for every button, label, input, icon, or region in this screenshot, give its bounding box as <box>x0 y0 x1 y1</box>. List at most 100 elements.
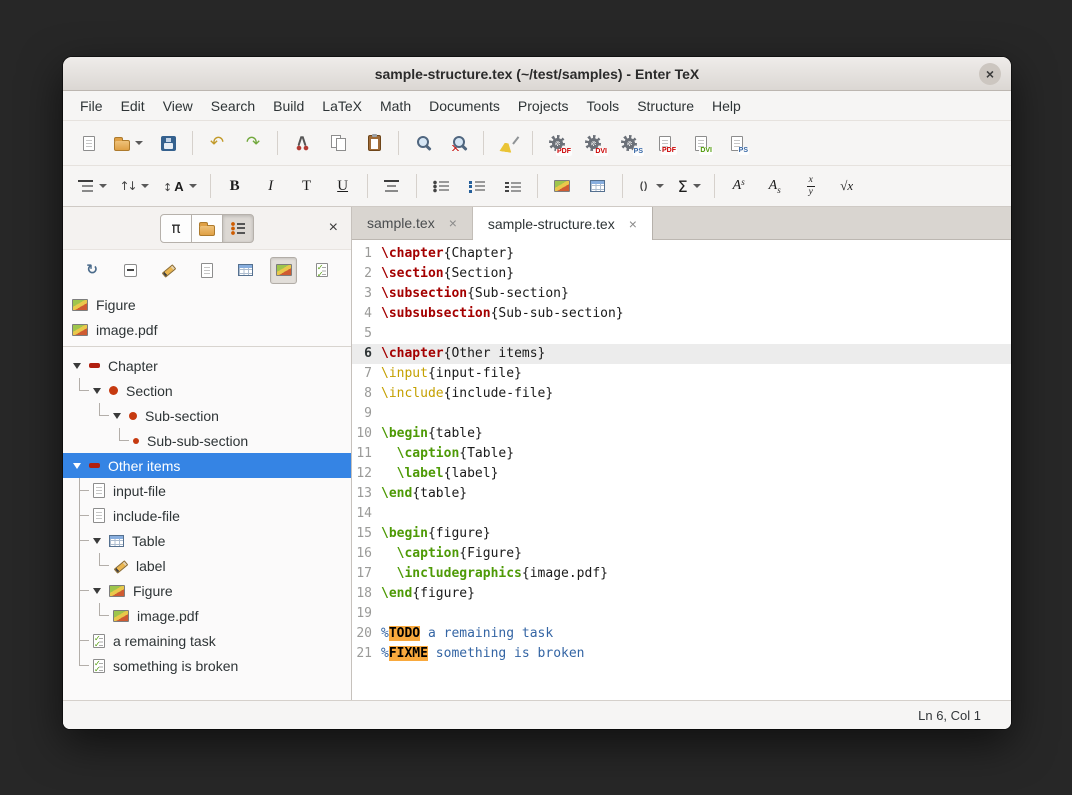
code-line-18[interactable]: 18\end{figure} <box>352 584 1011 604</box>
code-line-3[interactable]: 3\subsection{Sub-section} <box>352 284 1011 304</box>
open-button[interactable] <box>108 127 149 159</box>
search-replace-button[interactable] <box>442 127 476 159</box>
collapse-all-button[interactable] <box>117 257 144 284</box>
menu-tools[interactable]: Tools <box>578 93 629 119</box>
figures-list-item-figure[interactable]: Figure <box>63 292 351 317</box>
file-browser-panel-toggle[interactable] <box>191 214 223 243</box>
view-ps-button[interactable]: PS <box>720 127 754 159</box>
paste-button[interactable] <box>357 127 391 159</box>
code-line-11[interactable]: 11 \caption{Table} <box>352 444 1011 464</box>
compile-pdf-button[interactable]: PDF <box>540 127 574 159</box>
tree-item-a-remaining-task[interactable]: a remaining task <box>63 628 351 653</box>
code-line-13[interactable]: 13\end{table} <box>352 484 1011 504</box>
insert-table-button[interactable] <box>581 172 615 201</box>
tree-item-input-file[interactable]: input-file <box>63 478 351 503</box>
math-environments-dropdown[interactable] <box>630 172 670 201</box>
compile-dvi-button[interactable]: DVI <box>576 127 610 159</box>
tree-item-include-file[interactable]: include-file <box>63 503 351 528</box>
titlebar[interactable]: sample-structure.tex (~/test/samples) - … <box>63 57 1011 91</box>
math-functions-dropdown[interactable]: Σ <box>672 172 707 201</box>
save-button[interactable] <box>151 127 185 159</box>
window-close-button[interactable]: × <box>979 63 1001 85</box>
code-line-16[interactable]: 16 \caption{Figure} <box>352 544 1011 564</box>
sectioning-dropdown[interactable] <box>72 172 113 201</box>
tree-item-sub-sub-section[interactable]: Sub-sub-section <box>63 428 351 453</box>
code-line-4[interactable]: 4\subsubsection{Sub-sub-section} <box>352 304 1011 324</box>
new-document-button[interactable] <box>72 127 106 159</box>
code-line-1[interactable]: 1\chapter{Chapter} <box>352 244 1011 264</box>
code-line-20[interactable]: 20%TODO a remaining task <box>352 624 1011 644</box>
sidebar-close-button[interactable]: × <box>329 220 338 236</box>
menu-view[interactable]: View <box>154 93 202 119</box>
symbols-panel-toggle[interactable]: π <box>160 214 192 243</box>
center-button[interactable] <box>375 172 409 201</box>
show-labels-toggle[interactable] <box>155 257 182 284</box>
tree-item-chapter[interactable]: Chapter <box>63 353 351 378</box>
enumerate-button[interactable] <box>460 172 494 201</box>
code-line-14[interactable]: 14 <box>352 504 1011 524</box>
code-line-2[interactable]: 2\section{Section} <box>352 264 1011 284</box>
menu-edit[interactable]: Edit <box>112 93 154 119</box>
code-line-6[interactable]: 6\chapter{Other items} <box>352 344 1011 364</box>
square-root-button[interactable]: √x <box>830 172 864 201</box>
menu-documents[interactable]: Documents <box>420 93 509 119</box>
code-line-9[interactable]: 9 <box>352 404 1011 424</box>
structure-panel-toggle[interactable] <box>222 214 254 243</box>
tree-item-image-pdf[interactable]: image.pdf <box>63 603 351 628</box>
search-button[interactable] <box>406 127 440 159</box>
tab-close-icon[interactable]: × <box>449 216 457 230</box>
refresh-structure-button[interactable] <box>79 257 106 284</box>
tab-sample-structure-tex[interactable]: sample-structure.tex× <box>473 207 653 240</box>
menu-file[interactable]: File <box>71 93 112 119</box>
superscript-button[interactable]: As <box>722 172 756 201</box>
show-figures-toggle[interactable] <box>270 257 297 284</box>
menu-latex[interactable]: LaTeX <box>313 93 371 119</box>
character-size-dropdown[interactable]: A <box>157 172 203 201</box>
menu-build[interactable]: Build <box>264 93 313 119</box>
underline-button[interactable]: U <box>326 172 360 201</box>
code-line-8[interactable]: 8\include{include-file} <box>352 384 1011 404</box>
expander-icon[interactable] <box>93 538 101 544</box>
expander-icon[interactable] <box>93 388 101 394</box>
tab-close-icon[interactable]: × <box>629 217 637 231</box>
copy-button[interactable] <box>321 127 355 159</box>
fraction-button[interactable]: xy <box>794 172 828 201</box>
typewriter-button[interactable]: T <box>290 172 324 201</box>
menu-math[interactable]: Math <box>371 93 420 119</box>
code-line-17[interactable]: 17 \includegraphics{image.pdf} <box>352 564 1011 584</box>
code-line-7[interactable]: 7\input{input-file} <box>352 364 1011 384</box>
expander-icon[interactable] <box>73 463 81 469</box>
tree-item-something-is-broken[interactable]: something is broken <box>63 653 351 678</box>
tree-item-other-items[interactable]: Other items <box>63 453 351 478</box>
view-dvi-button[interactable]: DVI <box>684 127 718 159</box>
code-line-5[interactable]: 5 <box>352 324 1011 344</box>
code-line-21[interactable]: 21%FIXME something is broken <box>352 644 1011 664</box>
show-tables-toggle[interactable] <box>232 257 259 284</box>
description-list-button[interactable] <box>496 172 530 201</box>
show-todos-fixmes-toggle[interactable] <box>308 257 335 284</box>
menu-help[interactable]: Help <box>703 93 750 119</box>
itemize-button[interactable] <box>424 172 458 201</box>
compile-ps-button[interactable]: PS <box>612 127 646 159</box>
insert-image-button[interactable] <box>545 172 579 201</box>
expander-icon[interactable] <box>73 363 81 369</box>
tree-item-label[interactable]: label <box>63 553 351 578</box>
undo-button[interactable] <box>200 127 234 159</box>
menu-projects[interactable]: Projects <box>509 93 578 119</box>
figures-list-item-image-pdf[interactable]: image.pdf <box>63 317 351 342</box>
tree-item-figure[interactable]: Figure <box>63 578 351 603</box>
bold-button[interactable]: B <box>218 172 252 201</box>
italic-button[interactable]: I <box>254 172 288 201</box>
clean-build-files-button[interactable] <box>491 127 525 159</box>
cut-button[interactable] <box>285 127 319 159</box>
redo-button[interactable] <box>236 127 270 159</box>
code-line-19[interactable]: 19 <box>352 604 1011 624</box>
code-view[interactable]: 1\chapter{Chapter}2\section{Section}3\su… <box>352 240 1011 700</box>
expander-icon[interactable] <box>93 588 101 594</box>
show-included-files-toggle[interactable] <box>193 257 220 284</box>
view-pdf-button[interactable]: PDF <box>648 127 682 159</box>
expander-icon[interactable] <box>113 413 121 419</box>
references-dropdown[interactable] <box>115 172 155 201</box>
subscript-button[interactable]: As <box>758 172 792 201</box>
menu-structure[interactable]: Structure <box>628 93 703 119</box>
